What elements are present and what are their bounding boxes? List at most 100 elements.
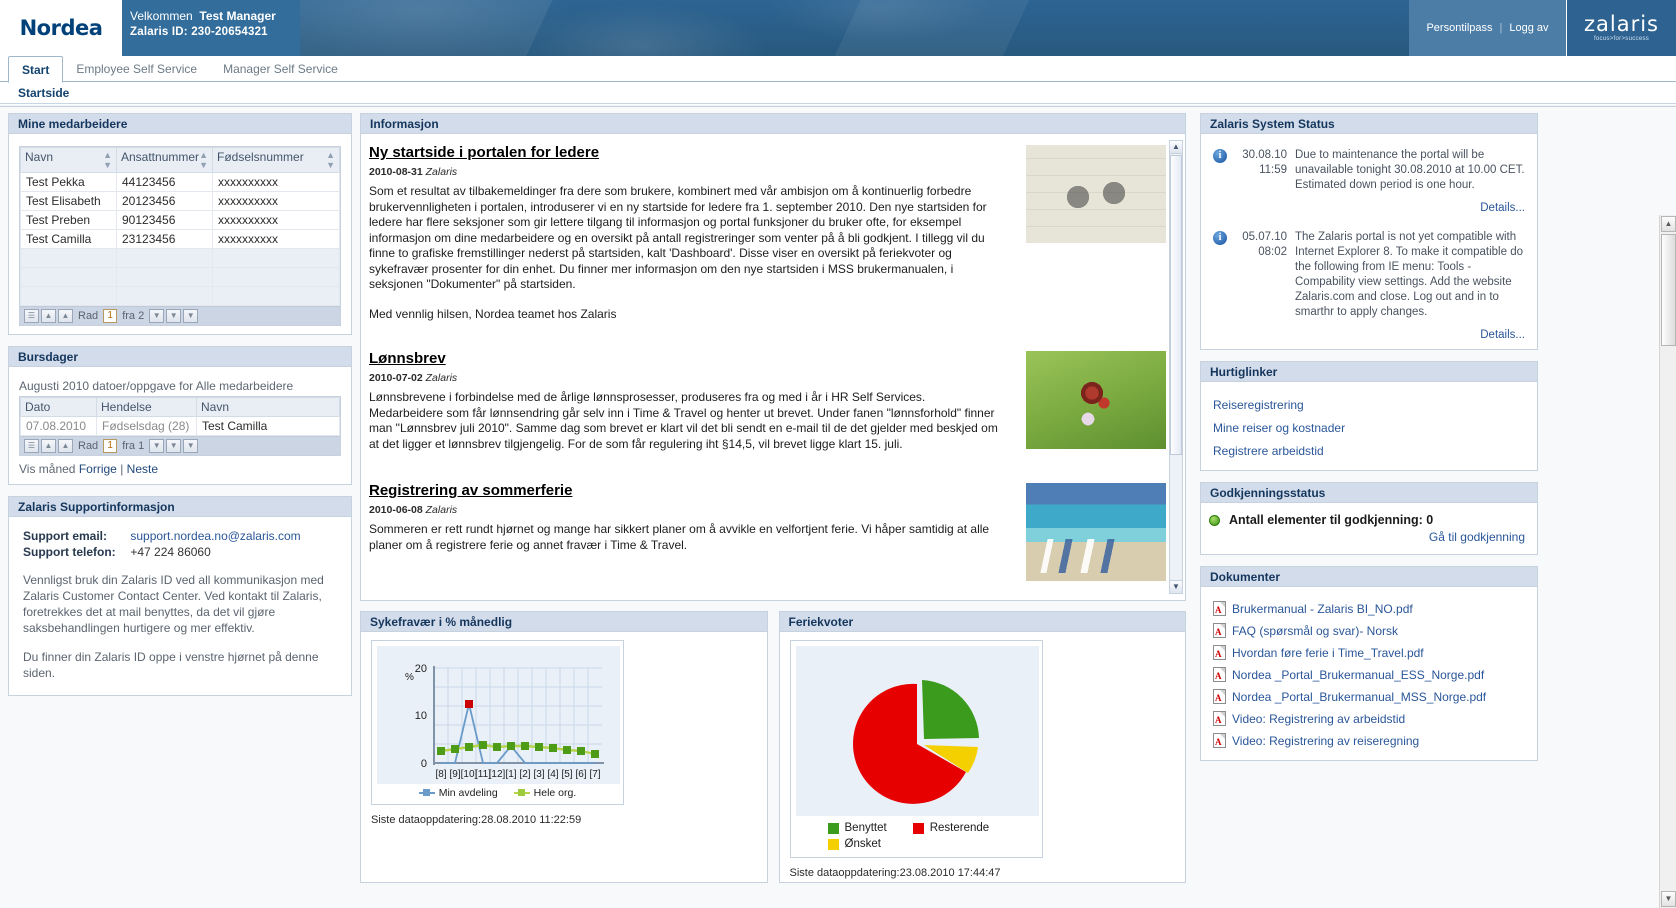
document-item[interactable]: Nordea _Portal_Brukermanual_MSS_Norge.pd…: [1213, 689, 1525, 704]
page-scrollbar[interactable]: ▲ ▼: [1659, 215, 1676, 908]
document-link[interactable]: Video: Registrering av arbeidstid: [1232, 712, 1405, 726]
svg-text:0: 0: [421, 758, 427, 770]
news-headline[interactable]: Lønnsbrev: [369, 350, 446, 367]
page-prev-button[interactable]: ▲: [58, 439, 73, 453]
table-row-empty: [20, 286, 340, 306]
status-details-link[interactable]: Details...: [1480, 202, 1525, 214]
page-prev-button[interactable]: ▲: [58, 309, 73, 323]
svg-text:[8]: [8]: [435, 769, 446, 780]
pager-input[interactable]: 1: [103, 309, 118, 323]
table-row[interactable]: 07.08.2010 Fødselsdag (28) Test Camilla: [20, 416, 340, 436]
news-headline[interactable]: Ny startside i portalen for ledere: [369, 144, 599, 161]
pager-input[interactable]: 1: [103, 439, 118, 453]
svg-text:[7]: [7]: [589, 769, 600, 780]
pdf-icon: [1213, 645, 1226, 660]
document-link[interactable]: Video: Registrering av reiseregning: [1232, 734, 1419, 748]
tab-manager-self-service[interactable]: Manager Self Service: [210, 56, 351, 82]
datapoint-peak: [465, 700, 473, 708]
status-time: 08:02: [1258, 246, 1287, 258]
sort-icon[interactable]: ▲ ▼: [103, 150, 112, 170]
quicklink-reiseregistrering[interactable]: Reiseregistrering: [1213, 398, 1525, 412]
col-fodselsnummer[interactable]: Fødselsnummer ▲ ▼: [212, 147, 340, 173]
page-next-button[interactable]: ▼: [149, 309, 165, 323]
page-next-page-button[interactable]: ▼: [166, 309, 182, 323]
quicklink-mine-reiser[interactable]: Mine reiser og kostnader: [1213, 421, 1525, 435]
panel-title-hurtiglinker: Hurtiglinker: [1201, 362, 1537, 382]
scroll-up-icon[interactable]: ▲: [1170, 141, 1182, 154]
document-link[interactable]: FAQ (spørsmål og svar)- Norsk: [1232, 624, 1398, 638]
persontilpass-link[interactable]: Persontilpass: [1426, 22, 1492, 34]
birthdays-grid: Dato Hendelse Navn 07.08.2010 Fødselsdag…: [19, 396, 341, 456]
status-details-link[interactable]: Details...: [1480, 329, 1525, 341]
document-item[interactable]: Video: Registrering av reiseregning: [1213, 733, 1525, 748]
page-scroll-up-icon[interactable]: ▲: [1661, 216, 1676, 232]
col-hendelse[interactable]: Hendelse: [96, 397, 197, 417]
document-item[interactable]: Video: Registrering av arbeidstid: [1213, 711, 1525, 726]
quicklink-registrere-arbeidstid[interactable]: Registrere arbeidstid: [1213, 444, 1525, 458]
col-ansattnummer[interactable]: Ansattnummer ▲ ▼: [116, 147, 213, 173]
prev-month-link[interactable]: Forrige: [79, 462, 117, 476]
legend-label: Min avdeling: [438, 787, 498, 799]
header-actions: Persontilpass | Logg av: [1409, 0, 1566, 56]
cell-ansattnummer: 20123456: [116, 191, 213, 211]
page-scroll-down-icon[interactable]: ▼: [1661, 891, 1676, 907]
document-item[interactable]: FAQ (spørsmål og svar)- Norsk: [1213, 623, 1525, 638]
page-prev-page-button[interactable]: ▲: [41, 309, 56, 323]
document-item[interactable]: Brukermanual - Zalaris BI_NO.pdf: [1213, 601, 1525, 616]
page-last-button[interactable]: ▼: [183, 439, 199, 453]
news-date: 2010-06-08: [369, 504, 423, 516]
legend-label: Ønsket: [844, 838, 881, 850]
page-first-button[interactable]: ☰: [24, 309, 39, 323]
legend-label: Hele org.: [533, 787, 577, 799]
employees-pager: ☰ ▲ ▲ Rad 1 fra 2 ▼ ▼ ▼: [20, 306, 340, 325]
cell-hendelse: Fødselsdag (28): [96, 416, 197, 436]
document-link[interactable]: Brukermanual - Zalaris BI_NO.pdf: [1232, 602, 1413, 616]
subtab-startside[interactable]: Startside: [18, 86, 69, 100]
cell-fodselsnummer: xxxxxxxxxx: [212, 172, 340, 192]
support-email-link[interactable]: support.nordea.no@zalaris.com: [130, 529, 300, 543]
table-row[interactable]: Test Pekka 44123456 xxxxxxxxxx: [20, 172, 340, 192]
news-body: Sommeren er rett rundt hjørnet og mange …: [369, 522, 990, 552]
informasjon-scrollbar[interactable]: ▲ ▼: [1169, 140, 1183, 594]
svg-text:20: 20: [415, 663, 427, 675]
sort-icon[interactable]: ▲ ▼: [326, 150, 335, 170]
page-prev-page-button[interactable]: ▲: [41, 439, 56, 453]
document-item[interactable]: Hvordan føre ferie i Time_Travel.pdf: [1213, 645, 1525, 660]
scroll-down-icon[interactable]: ▼: [1170, 580, 1182, 593]
document-link[interactable]: Hvordan føre ferie i Time_Travel.pdf: [1232, 646, 1424, 660]
next-month-link[interactable]: Neste: [127, 462, 158, 476]
document-link[interactable]: Nordea _Portal_Brukermanual_ESS_Norge.pd…: [1232, 668, 1484, 682]
panel-godkjenningsstatus: Godkjenningsstatus Antall elementer til …: [1200, 482, 1538, 555]
table-row[interactable]: Test Elisabeth 20123456 xxxxxxxxxx: [20, 191, 340, 211]
col-dato[interactable]: Dato: [20, 397, 97, 417]
document-item[interactable]: Nordea _Portal_Brukermanual_ESS_Norge.pd…: [1213, 667, 1525, 682]
birthdays-footer: Vis måned Forrige | Neste: [19, 462, 341, 476]
col-navn[interactable]: Navn ▲ ▼: [20, 147, 117, 173]
logout-link[interactable]: Logg av: [1509, 22, 1548, 34]
page-next-page-button[interactable]: ▼: [166, 439, 182, 453]
table-row[interactable]: Test Preben 90123456 xxxxxxxxxx: [20, 210, 340, 230]
user-name: Test Manager: [199, 9, 276, 23]
status-timestamp: 30.08.10 11:59: [1235, 148, 1287, 193]
page-last-button[interactable]: ▼: [183, 309, 199, 323]
zalaris-tagline: focus>for>success: [1593, 36, 1650, 42]
panel-support: Zalaris Supportinformasjon Support email…: [8, 496, 352, 696]
sort-icon[interactable]: ▲ ▼: [199, 150, 208, 170]
cell-navn: Test Camilla: [20, 229, 117, 249]
footer-separator: |: [120, 462, 124, 476]
page-next-button[interactable]: ▼: [149, 439, 165, 453]
go-to-approval-link[interactable]: Gå til godkjenning: [1429, 530, 1525, 544]
news-headline[interactable]: Registrering av sommerferie: [369, 482, 572, 499]
col-navn[interactable]: Navn: [196, 397, 340, 417]
line-chart-plot: 20 10 0 % [8] [9] [10] [11] [12] [1] [2]…: [377, 646, 620, 784]
tab-employee-self-service[interactable]: Employee Self Service: [63, 56, 210, 82]
scrollbar-thumb[interactable]: [1170, 155, 1182, 455]
panel-feriekvoter: Feriekvoter Benyttet Resterende Ønsket S…: [778, 611, 1186, 883]
cell-ansattnummer: 44123456: [116, 172, 213, 192]
document-link[interactable]: Nordea _Portal_Brukermanual_MSS_Norge.pd…: [1232, 690, 1486, 704]
table-row[interactable]: Test Camilla 23123456 xxxxxxxxxx: [20, 229, 340, 249]
tab-start[interactable]: Start: [8, 56, 64, 83]
page-scrollbar-thumb[interactable]: [1661, 234, 1676, 346]
page-first-button[interactable]: ☰: [24, 439, 39, 453]
panel-title-support: Zalaris Supportinformasjon: [9, 497, 351, 517]
